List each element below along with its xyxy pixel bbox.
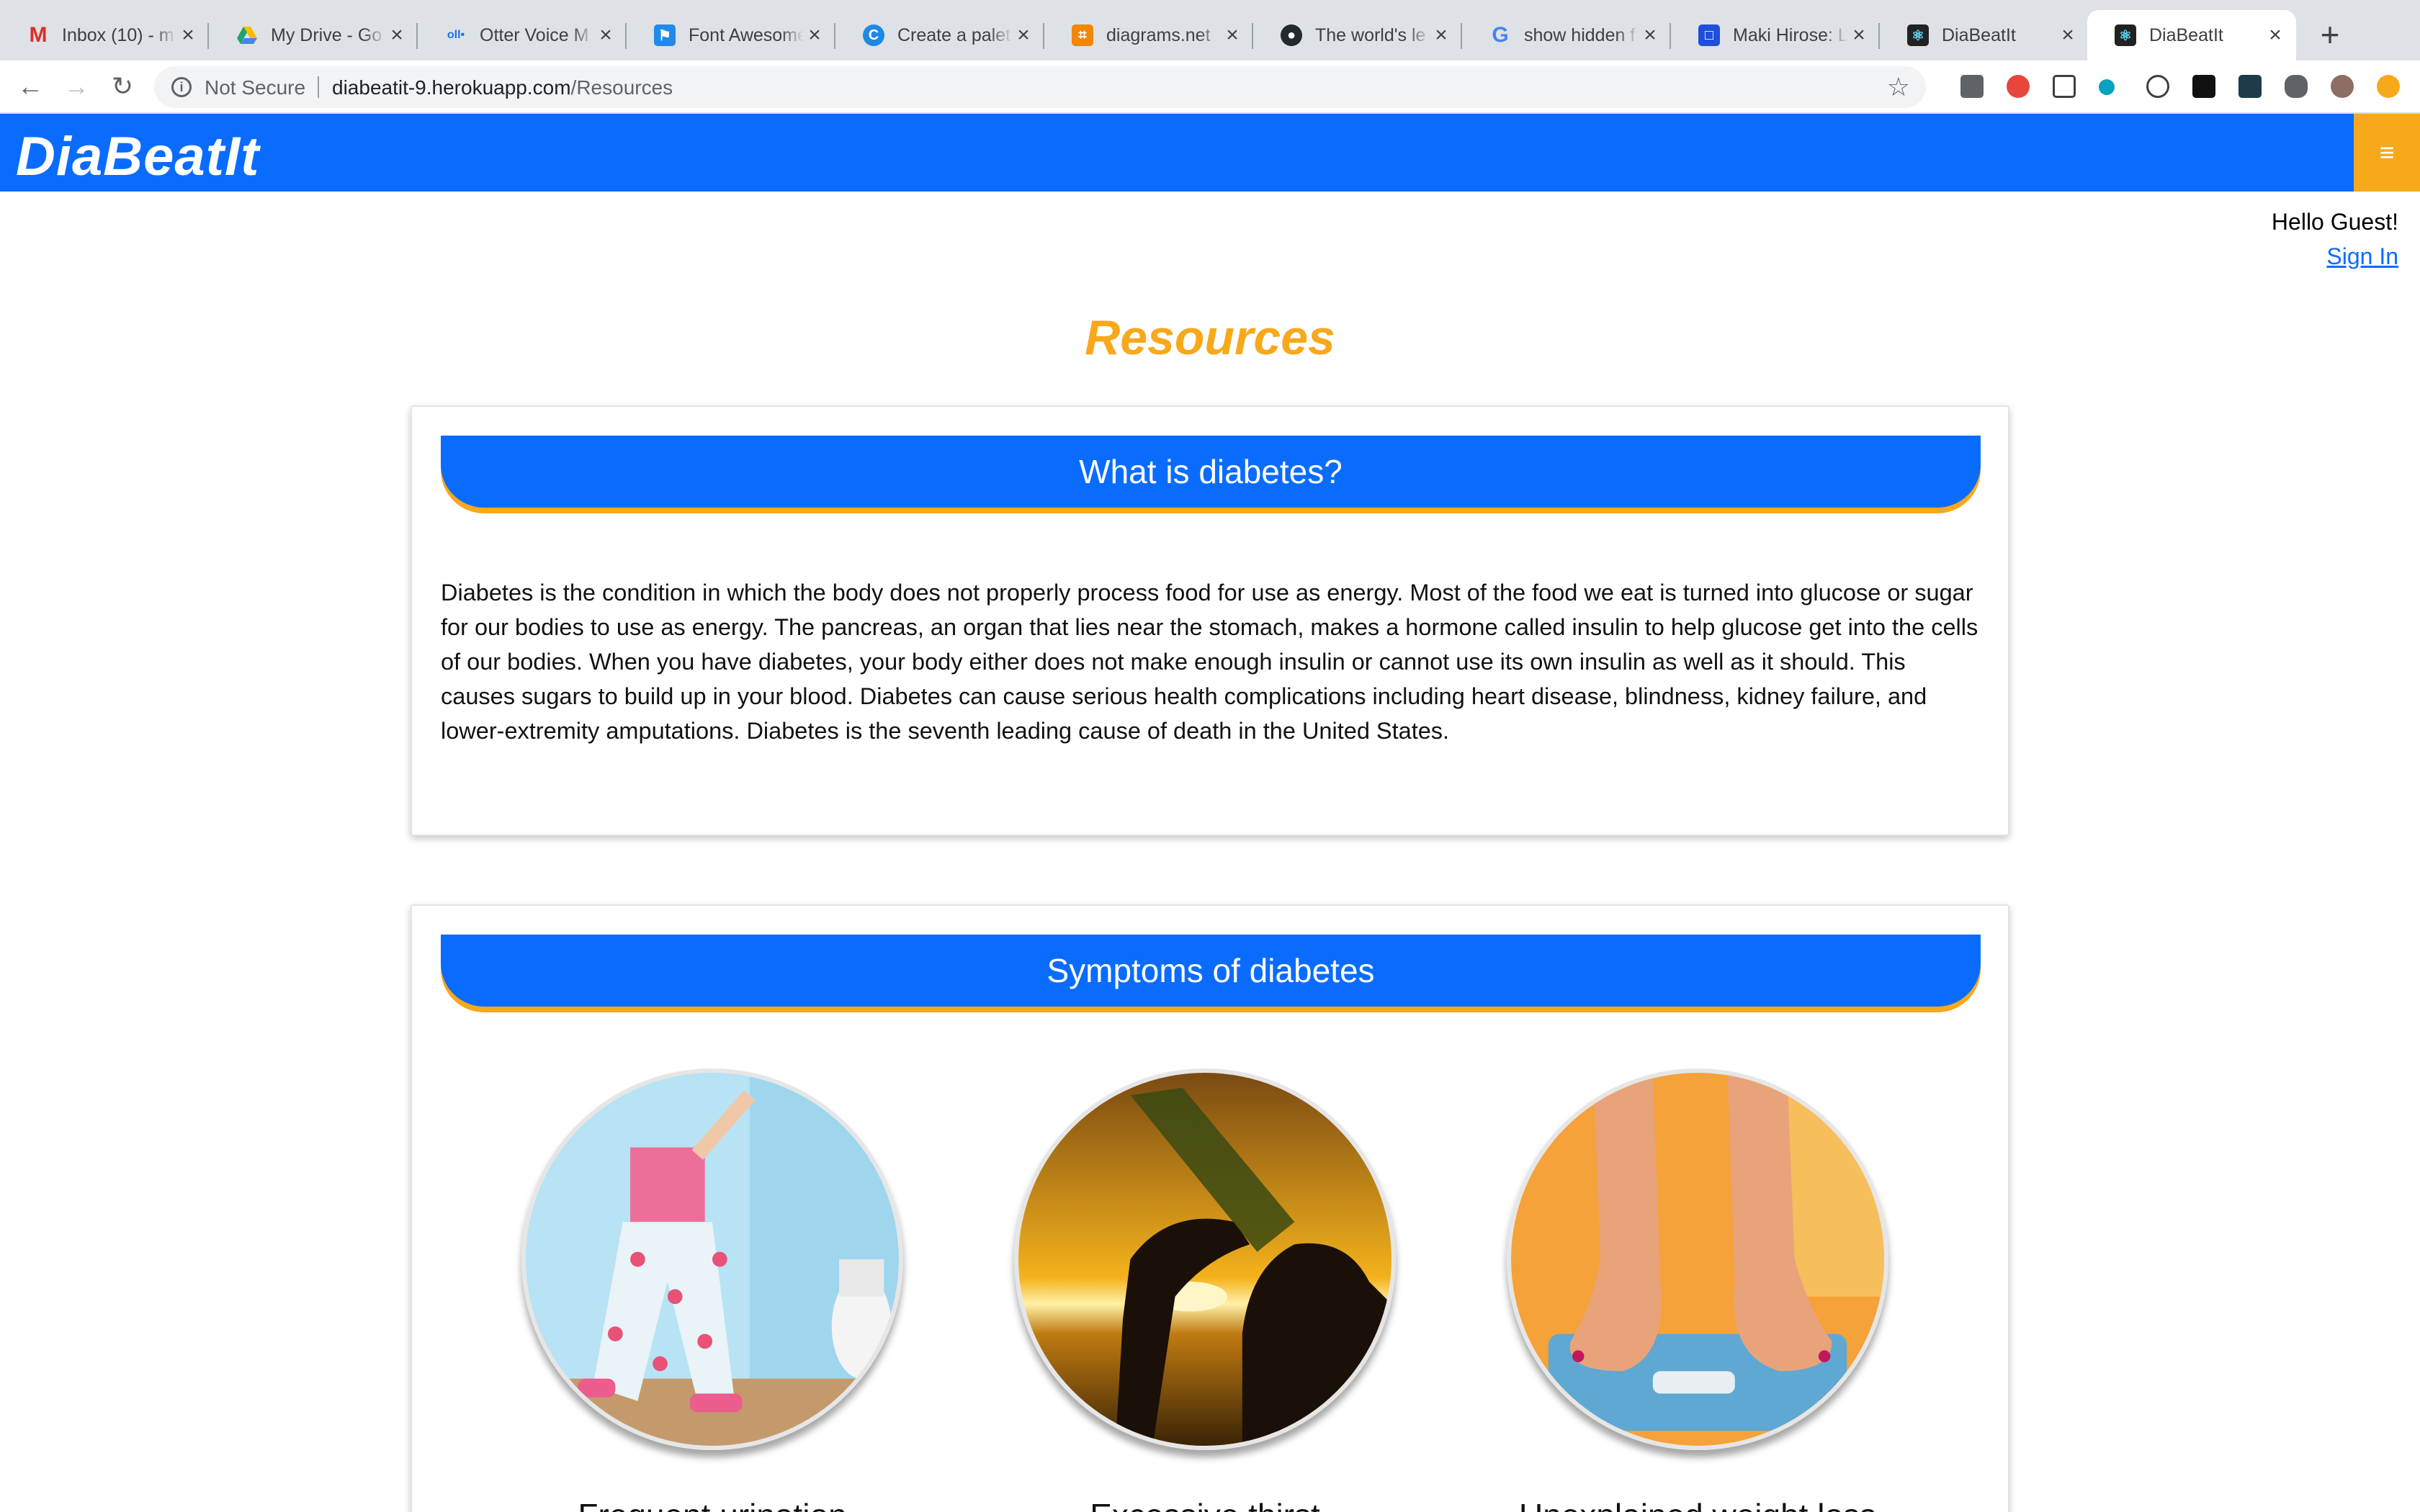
omnibox-divider [318,76,319,98]
tab-title: My Drive - Go [271,24,382,45]
update-icon[interactable] [2377,75,2400,98]
tab-title: The world's le [1315,24,1426,45]
google-icon: G [1492,23,1509,47]
close-icon[interactable]: × [804,24,825,46]
brand-logo[interactable]: DiaBeatIt [16,125,259,188]
close-icon[interactable]: × [1639,24,1661,46]
tab-title: Create a palet [897,24,1011,45]
flag-extension-icon[interactable] [2192,75,2215,98]
close-icon[interactable]: × [2057,24,2079,46]
flag-icon: ⚑ [654,24,676,46]
tab-coolors[interactable]: C Create a palet × [835,10,1044,60]
screenshot-icon[interactable] [2053,75,2076,98]
symptoms-card: Symptoms of diabetes [411,904,2009,1512]
security-label: Not Secure [205,76,306,99]
avatar[interactable] [2331,75,2354,98]
url-path: /Resources [570,76,673,99]
browser-toolbar: ← → ↻ i Not Secure diabeatit-9.herokuapp… [0,60,2420,114]
symptom-caption: Unexplained weight loss [1446,1496,1950,1512]
info-icon[interactable]: i [171,77,192,97]
bookmark-star-icon[interactable]: ☆ [1887,72,1910,102]
symptom-caption: Excessive thirst [953,1496,1457,1512]
tab-title: Maki Hirose: L [1733,24,1848,45]
reload-icon[interactable]: ↻ [108,72,137,101]
tab-diagrams[interactable]: ⌗ diagrams.net × [1044,10,1253,60]
symptom-caption: Frequent urination [460,1496,964,1512]
sign-in-link[interactable]: Sign In [2326,243,2398,270]
new-tab-button[interactable]: + [2314,18,2346,51]
tab-diabeatit-active[interactable]: ⚛ DiaBeatIt × [2087,10,2296,60]
close-icon[interactable]: × [2264,24,2286,46]
tab-gmail[interactable]: M Inbox (10) - m × [0,10,209,60]
address-bar[interactable]: i Not Secure diabeatit-9.herokuapp.com/R… [154,66,1926,108]
react-devtools-icon[interactable] [2238,75,2262,98]
tab-title: diagrams.net [1106,24,1211,45]
react-icon: ⚛ [1907,24,1929,46]
tab-google-search[interactable]: G show hidden f × [1462,10,1671,60]
close-icon[interactable]: × [1222,24,1243,46]
tab-github[interactable]: ● The world's le × [1253,10,1462,60]
tab-title: DiaBeatIt [1942,24,2016,45]
drive-icon [236,24,258,46]
sync-extension-icon[interactable] [2099,79,2115,95]
close-icon[interactable]: × [386,24,408,46]
url-text[interactable]: diabeatit-9.herokuapp.com/Resources [332,76,673,99]
circle-extension-icon[interactable] [2146,75,2169,98]
close-icon[interactable]: × [595,24,617,46]
tab-diabeatit[interactable]: ⚛ DiaBeatIt × [1880,10,2089,60]
tab-title: Font Awesome [689,24,804,45]
otter-icon: oll• [447,29,465,41]
tab-title: Inbox (10) - m [62,24,174,45]
github-icon: ● [1281,24,1302,46]
close-icon[interactable]: × [1430,24,1452,46]
extension-badge-icon[interactable] [2007,75,2030,98]
url-host: diabeatit-9.herokuapp.com [332,76,571,99]
tab-title: Otter Voice M [480,24,589,45]
frequent-urination-photo [521,1068,903,1450]
section-heading-banner: Symptoms of diabetes [441,935,1981,1007]
unexplained-weight-loss-photo [1507,1068,1888,1450]
section-heading-banner: What is diabetes? [441,436,1981,508]
coolors-icon: C [863,24,884,46]
page-title: Resources [1085,310,1335,365]
browser-tab-strip: M Inbox (10) - m × My Drive - Go × oll• … [0,0,2420,60]
extension-icon[interactable] [1960,75,1984,98]
app-navbar: DiaBeatIt ≡ [0,114,2420,192]
close-icon[interactable]: × [1848,24,1870,46]
tab-title: show hidden f [1524,24,1636,45]
tab-maki-hirose[interactable]: □ Maki Hirose: L × [1671,10,1880,60]
what-is-diabetes-card: What is diabetes? Diabetes is the condit… [411,405,2009,836]
tab-drive[interactable]: My Drive - Go × [209,10,418,60]
diagrams-icon: ⌗ [1072,24,1093,46]
puzzle-icon[interactable] [2285,75,2308,98]
section-body-text: Diabetes is the condition in which the b… [441,580,1978,744]
gmail-icon: M [29,23,48,47]
tab-otter[interactable]: oll• Otter Voice M × [418,10,627,60]
close-icon[interactable]: × [177,24,199,46]
react-icon: ⚛ [2115,24,2136,46]
square-icon: □ [1698,24,1720,46]
back-arrow-icon[interactable]: ← [16,72,45,101]
tab-title: DiaBeatIt [2149,24,2223,45]
greeting-text: Hello Guest! [2271,209,2398,235]
close-icon[interactable]: × [1013,24,1034,46]
hamburger-menu-button[interactable]: ≡ [2354,114,2420,192]
forward-arrow-icon[interactable]: → [62,72,91,101]
tab-font-awesome[interactable]: ⚑ Font Awesome × [627,10,835,60]
excessive-thirst-photo [1014,1068,1396,1450]
